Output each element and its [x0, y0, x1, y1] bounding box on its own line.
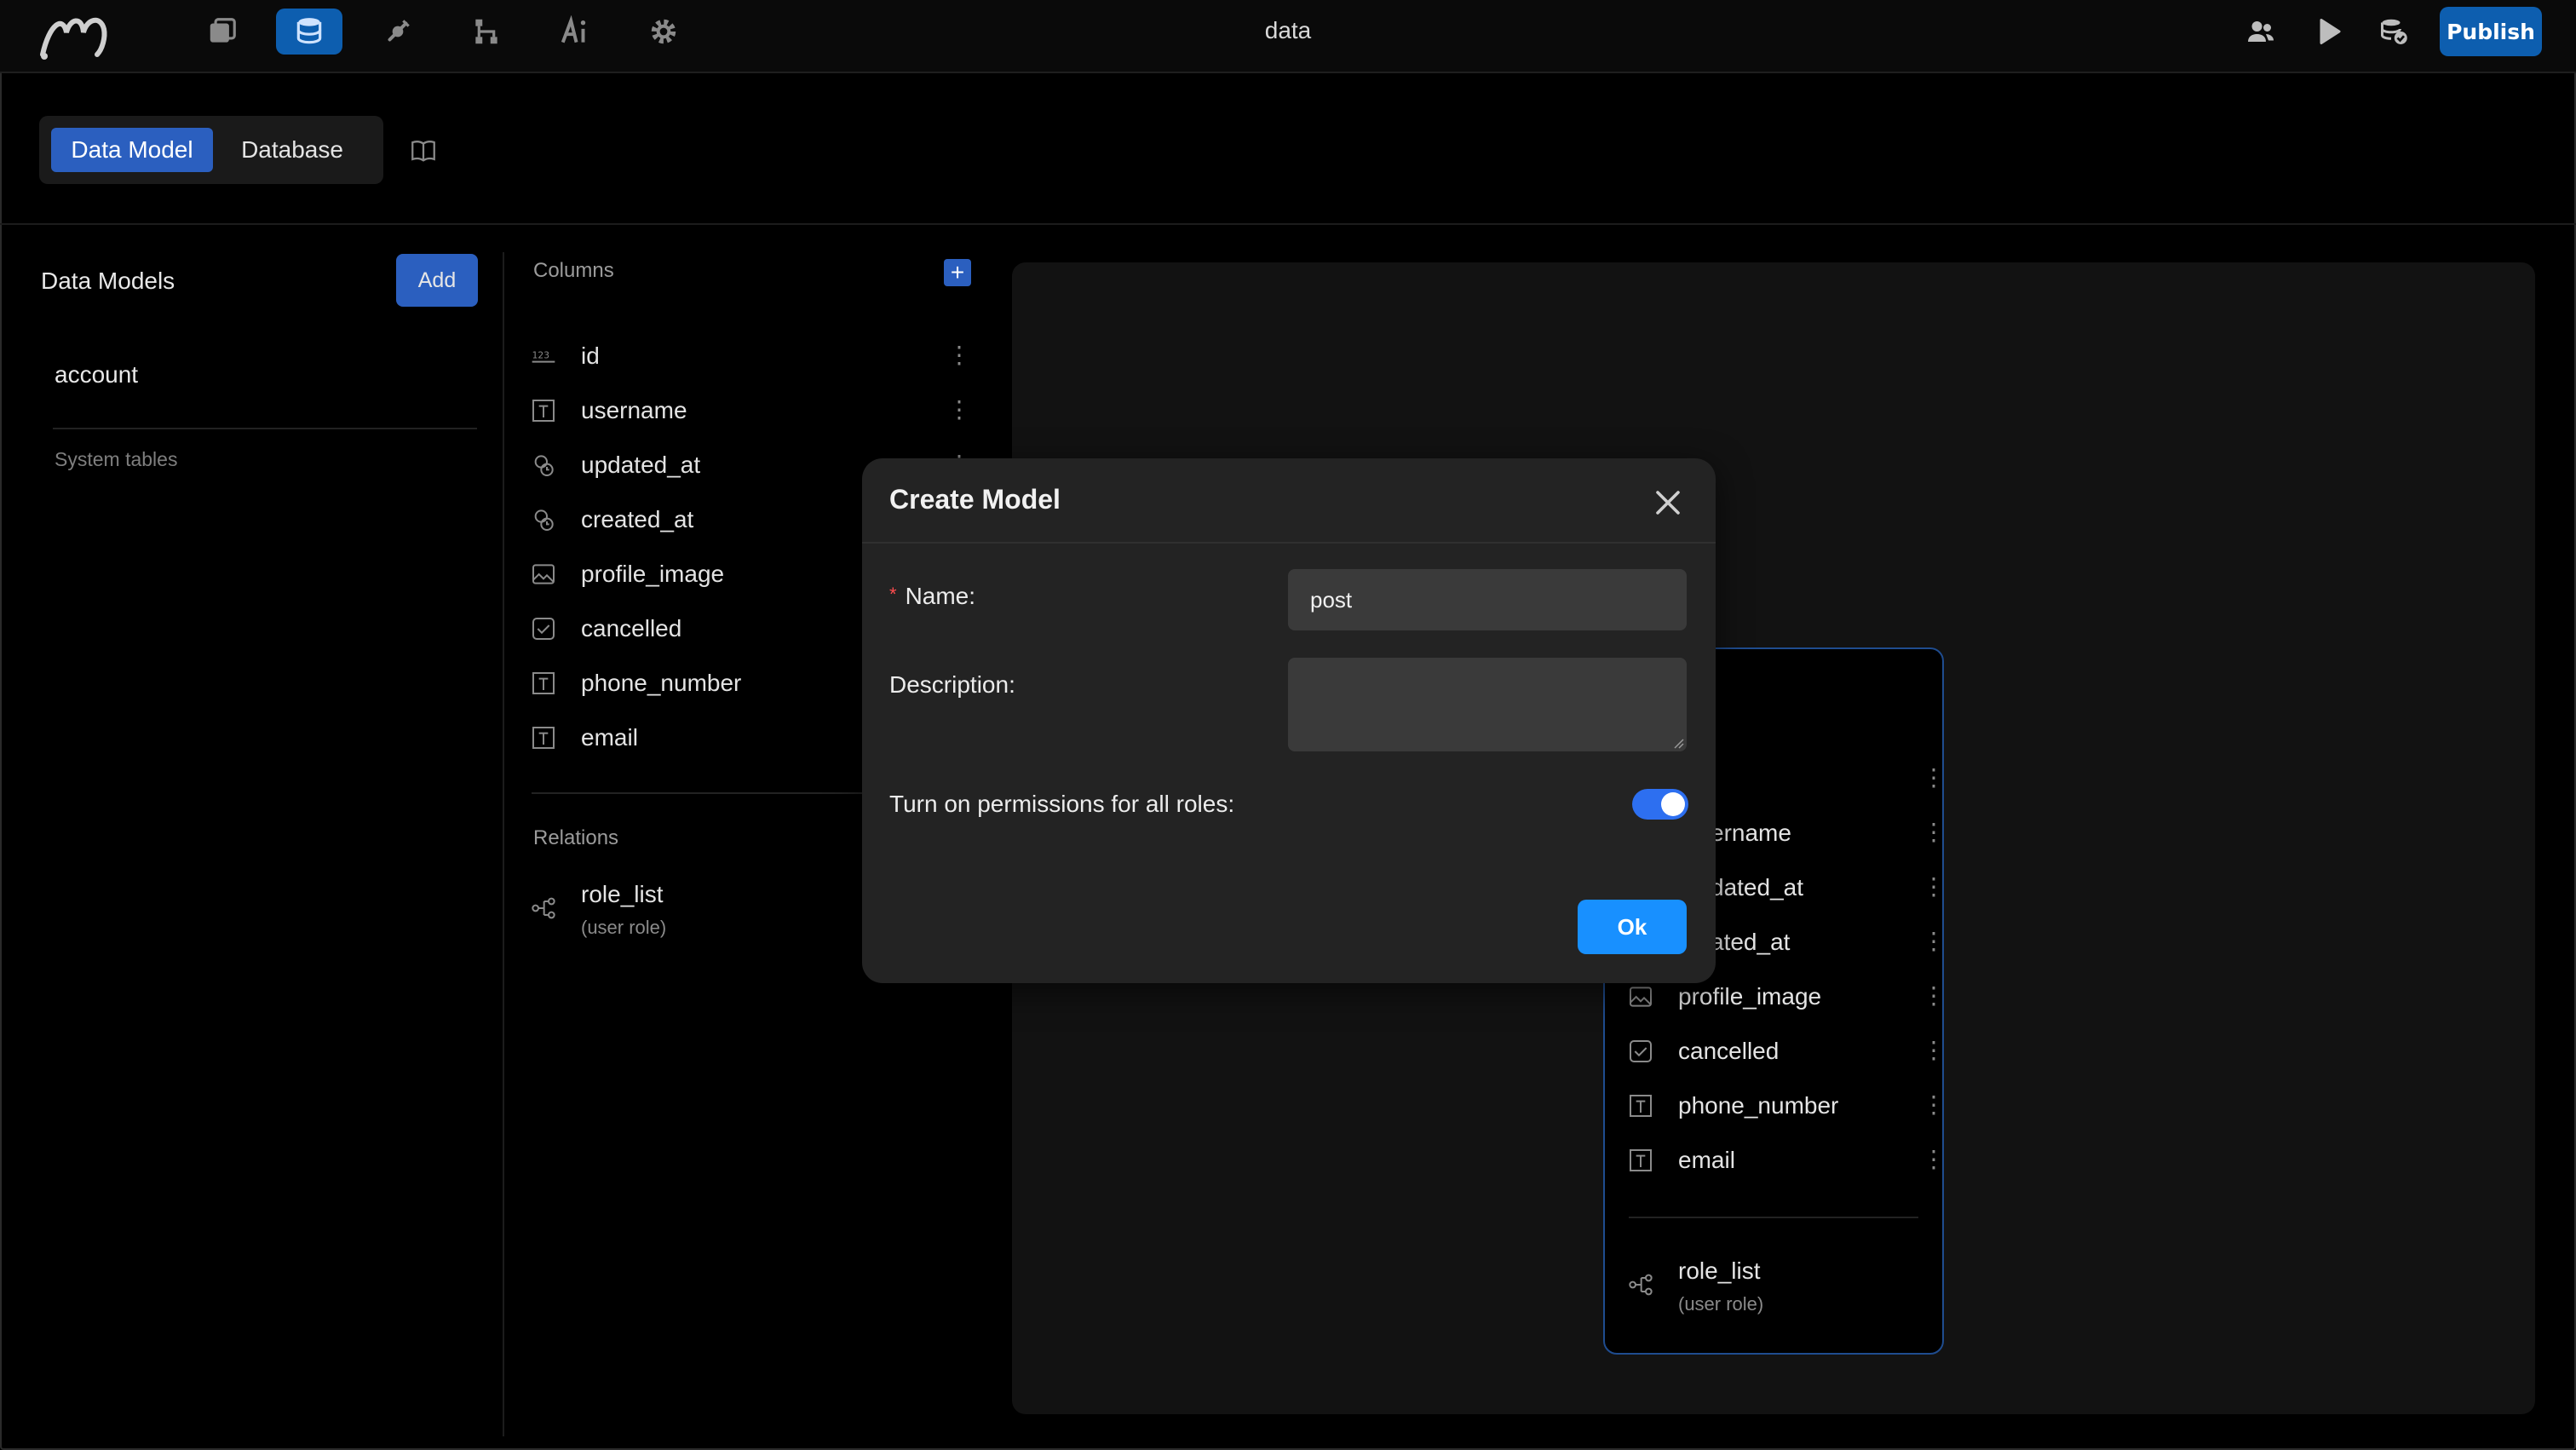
tab-database[interactable]: Database [220, 128, 365, 172]
checkbox-icon [1630, 1040, 1652, 1062]
system-tables-link[interactable]: System tables [55, 448, 177, 471]
relation-type: (user role) [581, 917, 667, 938]
column-name: profile_image [581, 561, 725, 587]
image-icon [532, 564, 555, 584]
number-icon: 123 [532, 350, 555, 363]
relation-name: role_list [581, 881, 664, 907]
text-icon [1630, 1095, 1652, 1117]
text-icon [532, 727, 555, 749]
create-model-dialog: Create Model *Name: Description: Turn on… [862, 458, 1716, 983]
column-name: id [581, 342, 600, 369]
relations-divider [532, 792, 872, 794]
dialog-divider [862, 542, 1716, 544]
close-icon[interactable] [1647, 482, 1688, 523]
add-column-button[interactable]: + [944, 259, 971, 286]
datetime-icon [534, 455, 554, 476]
page-title: data [1264, 17, 1312, 43]
node-row-menu-icon[interactable]: ⋮ [1922, 1145, 1942, 1173]
description-input[interactable] [1288, 658, 1687, 751]
panel-divider [503, 252, 504, 1436]
column-menu-icon[interactable]: ⋮ [947, 395, 971, 423]
columns-title: Columns [533, 259, 614, 282]
toggle-knob [1661, 792, 1685, 816]
relation-icon [532, 897, 555, 919]
column-menu-icon[interactable]: ⋮ [947, 341, 971, 369]
node-row-name: ated_at [1711, 929, 1791, 955]
dialog-title: Create Model [889, 484, 1061, 515]
column-name: cancelled [581, 615, 682, 642]
description-label: Description: [889, 671, 1015, 698]
relation-name: role_list [1678, 1257, 1761, 1284]
column-name: username [581, 397, 687, 423]
checkbox-icon [532, 618, 555, 640]
sidebar-item-account[interactable]: account [55, 361, 138, 388]
name-label: * Name: [889, 583, 976, 609]
node-relation-row[interactable]: role_list (user role) [1627, 1257, 1934, 1326]
required-mark: * [889, 584, 897, 605]
node-row[interactable]: cancelled ⋮ [1627, 1031, 1942, 1073]
publish-button[interactable]: Publish [2440, 7, 2542, 56]
node-row-name: email [1678, 1147, 1735, 1173]
node-row-name: phone_number [1678, 1092, 1839, 1119]
column-row[interactable]: 123 id ⋮ [530, 336, 973, 378]
relation-icon [1629, 1274, 1653, 1296]
relation-type: (user role) [1678, 1293, 1764, 1315]
column-name: created_at [581, 506, 694, 532]
node-row-name: profile_image [1678, 983, 1822, 1010]
node-row-menu-icon[interactable]: ⋮ [1922, 818, 1942, 846]
node-row-name: dated_at [1711, 874, 1803, 900]
relation-row[interactable]: role_list (user role) [530, 881, 888, 949]
node-row-menu-icon[interactable]: ⋮ [1922, 1090, 1942, 1119]
node-row-menu-icon[interactable]: ⋮ [1922, 927, 1942, 955]
node-row[interactable]: email ⋮ [1627, 1140, 1942, 1182]
users-icon[interactable] [2237, 10, 2285, 53]
node-divider [1629, 1217, 1918, 1218]
text-icon [532, 400, 555, 422]
column-name: updated_at [581, 452, 701, 478]
sidebar-title: Data Models [41, 268, 175, 294]
column-name: email [581, 724, 638, 751]
node-row-name: ername [1711, 820, 1791, 846]
play-icon[interactable] [2305, 10, 2353, 53]
tab-data-model[interactable]: Data Model [51, 128, 213, 172]
permissions-label: Turn on permissions for all roles: [889, 791, 1235, 817]
name-input[interactable] [1288, 569, 1687, 630]
ok-button[interactable]: Ok [1578, 900, 1687, 954]
datetime-icon [534, 509, 554, 531]
resize-grip-icon[interactable] [1671, 736, 1685, 750]
node-row-menu-icon[interactable]: ⋮ [1922, 872, 1942, 900]
add-model-button[interactable]: Add [396, 254, 478, 307]
node-row-menu-icon[interactable]: ⋮ [1922, 763, 1942, 791]
node-row-menu-icon[interactable]: ⋮ [1922, 981, 1942, 1010]
node-row-name: cancelled [1678, 1038, 1780, 1064]
header-divider [0, 223, 2576, 225]
text-icon [1630, 1149, 1652, 1171]
view-tabs: Data Model Database [39, 116, 383, 184]
permissions-toggle[interactable] [1632, 789, 1688, 820]
relations-title: Relations [533, 826, 619, 849]
sidebar-divider [53, 428, 477, 429]
node-row-menu-icon[interactable]: ⋮ [1922, 1036, 1942, 1064]
svg-text:123: 123 [532, 350, 549, 361]
book-icon[interactable] [409, 136, 438, 165]
top-bar: data Publish [0, 0, 2576, 73]
image-icon [1630, 987, 1652, 1007]
text-icon [532, 672, 555, 694]
column-name: phone_number [581, 670, 742, 696]
node-row[interactable]: phone_number ⋮ [1627, 1085, 1942, 1128]
column-row[interactable]: username ⋮ [530, 390, 973, 433]
database-check-icon[interactable] [2370, 10, 2418, 53]
